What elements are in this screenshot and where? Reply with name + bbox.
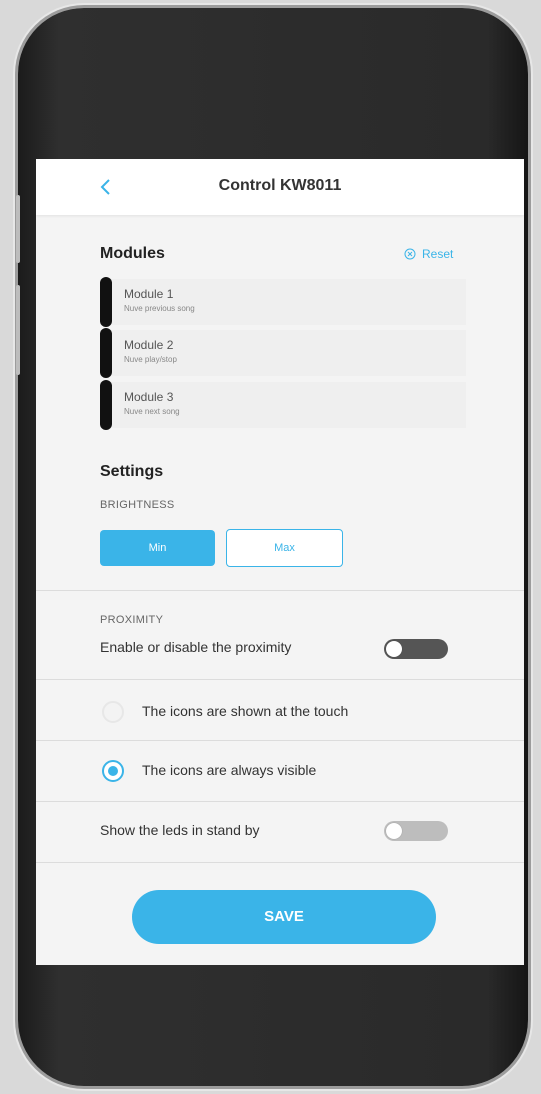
proximity-toggle-label: Enable or disable the proximity: [100, 639, 292, 655]
module-drag-handle[interactable]: [100, 380, 112, 430]
divider: [36, 801, 524, 802]
divider: [36, 679, 524, 680]
settings-title: Settings: [100, 463, 164, 480]
module-description: Nuve previous song: [124, 304, 195, 313]
volume-button: [16, 195, 20, 263]
divider: [36, 862, 524, 863]
proximity-label: PROXIMITY: [100, 614, 164, 626]
reset-label: Reset: [422, 247, 454, 261]
module-name: Module 2: [124, 338, 174, 352]
page-title: Control KW8011: [218, 177, 342, 194]
brightness-min-button[interactable]: Min: [100, 530, 215, 566]
icons-visible-radio[interactable]: [102, 760, 124, 782]
toggle-knob: [386, 823, 402, 839]
module-description: Nuve play/stop: [124, 355, 177, 364]
module-item-3[interactable]: Module 3 Nuve next song: [100, 380, 466, 430]
module-drag-handle[interactable]: [100, 328, 112, 378]
module-item-2[interactable]: Module 2 Nuve play/stop: [100, 328, 466, 378]
icons-visible-label: The icons are always visible: [142, 762, 317, 778]
module-drag-handle[interactable]: [100, 277, 112, 327]
power-button: [16, 285, 20, 375]
reset-button[interactable]: Reset: [404, 247, 453, 261]
leds-toggle[interactable]: [384, 821, 448, 841]
module-item-1[interactable]: Module 1 Nuve previous song: [100, 277, 466, 327]
leds-label: Show the leds in stand by: [100, 822, 260, 838]
divider: [36, 590, 524, 591]
close-circle-icon: [404, 248, 416, 260]
icons-touch-label: The icons are shown at the touch: [142, 703, 349, 719]
top-bar: Control KW8011: [36, 159, 524, 215]
toggle-knob: [386, 641, 402, 657]
brightness-label: BRIGHTNESS: [100, 499, 175, 511]
divider: [36, 740, 524, 741]
module-name: Module 3: [124, 390, 174, 404]
module-description: Nuve next song: [124, 407, 180, 416]
save-button[interactable]: SAVE: [132, 890, 436, 944]
modules-title: Modules: [100, 245, 165, 262]
app-screen: Control KW8011 Modules Reset Module 1 Nu…: [36, 159, 524, 965]
radio-selected-dot: [108, 766, 118, 776]
module-name: Module 1: [124, 287, 174, 301]
brightness-max-button[interactable]: Max: [226, 529, 343, 567]
proximity-toggle[interactable]: [384, 639, 448, 659]
icons-touch-radio[interactable]: [102, 701, 124, 723]
